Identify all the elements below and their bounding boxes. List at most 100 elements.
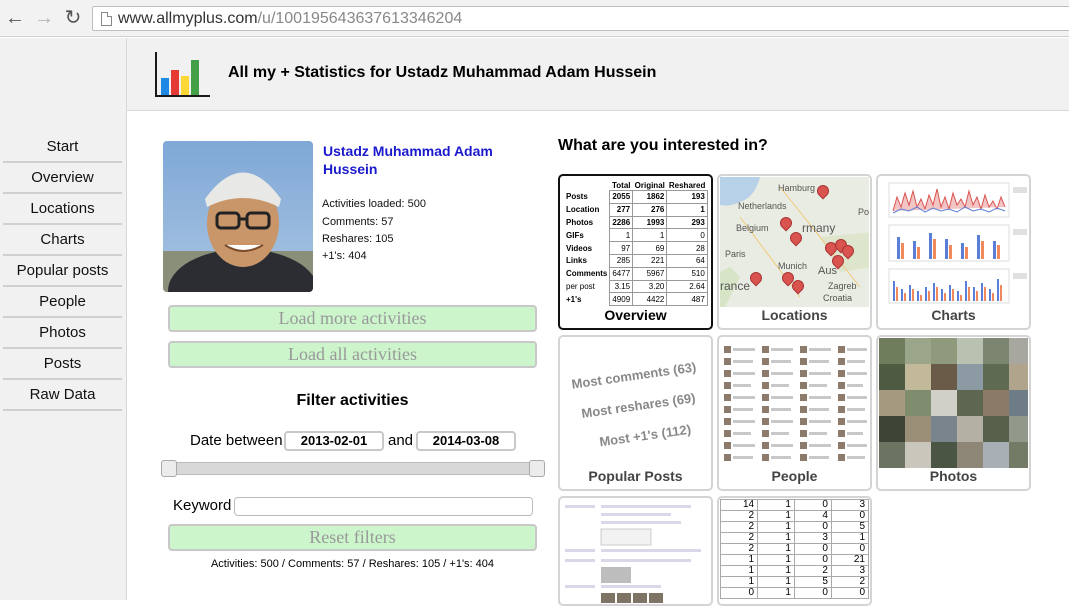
table-row: +1's 4909 4422 487: [564, 292, 708, 307]
sidebar-item-posts[interactable]: Posts: [3, 349, 122, 380]
tile-label: Locations: [761, 307, 828, 323]
tile-label: Photos: [929, 468, 978, 484]
tile-popular-posts[interactable]: Most comments (63) Most reshares (69) Mo…: [558, 335, 713, 491]
load-all-button[interactable]: Load all activities: [168, 341, 537, 368]
tile-posts[interactable]: [558, 496, 713, 606]
table-row: 2100: [720, 543, 869, 555]
sidebar-item-start[interactable]: Start: [3, 132, 122, 163]
table-row: GIFs 1 1 0: [564, 228, 708, 243]
page-icon: [101, 12, 112, 26]
sidebar-item-charts[interactable]: Charts: [3, 225, 122, 256]
map-label: Hamburg: [778, 183, 816, 193]
date-range-slider[interactable]: [162, 462, 545, 475]
reset-filters-button[interactable]: Reset filters: [168, 524, 537, 551]
most-reshares-text: Most reshares (69): [580, 390, 697, 421]
map-label: Pola: [858, 207, 869, 217]
most-plusones-text: Most +1's (112): [598, 421, 692, 450]
reshares-stat: Reshares: 105: [322, 233, 394, 245]
overview-table: Total Original Reshared Posts 2055 1862 193…: [564, 181, 708, 307]
popular-posts-thumbnail: Most comments (63) Most reshares (69) Mo…: [561, 338, 710, 468]
map-label: rmany: [802, 221, 836, 235]
comments-stat: Comments: 57: [322, 216, 394, 228]
tile-label: Overview: [604, 307, 667, 323]
posts-thumbnail: [561, 499, 710, 604]
forward-icon[interactable]: →: [33, 7, 55, 29]
tile-label: Charts: [931, 307, 976, 323]
tile-people[interactable]: People: [717, 335, 872, 491]
map-label: Aus: [818, 265, 837, 277]
activity-summary: Activities: 500 / Comments: 57 / Reshare…: [210, 558, 495, 570]
date-from-input[interactable]: 2013-02-01: [284, 431, 384, 451]
keyword-label: Keyword: [173, 497, 232, 514]
posts-list-image: [565, 505, 701, 603]
charts-preview-image: [888, 182, 1027, 304]
people-grid-image: [724, 346, 867, 461]
table-row: Videos 97 69 28: [564, 241, 708, 255]
map-thumbnail: Hamburg Netherlands Belgium rmany Paris …: [720, 177, 869, 307]
sidebar-item-popular-posts[interactable]: Popular posts: [3, 256, 122, 287]
sidebar-item-people[interactable]: People: [3, 287, 122, 318]
keyword-input[interactable]: [234, 497, 533, 516]
table-row: Links 285 221 64: [564, 253, 708, 268]
map-label: Croatia: [823, 293, 853, 303]
map-label: Zagreb: [828, 281, 857, 291]
table-row: 0100: [720, 587, 869, 599]
tile-photos[interactable]: Photos: [876, 335, 1031, 491]
table-row: Photos 2286 1993 293: [564, 215, 708, 230]
table-row: per post 3.15 3.20 2.64: [564, 279, 708, 294]
table-row: 2105: [720, 521, 869, 533]
table-header: Original: [634, 181, 665, 190]
profile-name-link[interactable]: Ustadz Muhammad Adam Hussein: [323, 142, 523, 178]
tile-charts[interactable]: Charts: [876, 174, 1031, 330]
table-header: Total: [611, 181, 631, 190]
sidebar-item-overview[interactable]: Overview: [3, 163, 122, 194]
tile-label: People: [771, 468, 818, 484]
slider-start-handle[interactable]: [161, 460, 177, 477]
tile-overview[interactable]: Total Original Reshared Posts 2055 1862 193…: [558, 174, 713, 330]
reload-icon[interactable]: ↻: [62, 7, 84, 29]
table-row: Comments 6477 5967 510: [564, 266, 708, 281]
date-to-input[interactable]: 2014-03-08: [416, 431, 516, 451]
browser-toolbar: ← → ↻ www.allmyplus.com/u/10019564363761…: [0, 0, 1069, 37]
filter-title: Filter activities: [296, 392, 409, 409]
charts-thumbnail: [879, 177, 1028, 307]
raw-data-thumbnail: 14 1 0 3 2140 2105 2131 2100 1 1 0 21 1123 115…: [720, 499, 869, 603]
sidebar-item-raw-data[interactable]: Raw Data: [3, 380, 122, 411]
activities-loaded-stat: Activities loaded: 500: [322, 198, 426, 210]
sidebar-item-locations[interactable]: Locations: [3, 194, 122, 225]
page-title: All my + Statistics for Ustadz Muhammad …: [228, 64, 657, 81]
plusones-stat: +1's: 404: [322, 250, 367, 262]
sidebar-nav: Start Overview Locations Charts Popular …: [3, 132, 122, 411]
table-row: Location 277 276 1: [564, 202, 708, 217]
overview-thumbnail: Total Original Reshared Posts 2055 1862 193…: [561, 177, 710, 307]
table-header: Reshared: [668, 181, 706, 190]
tile-raw-data[interactable]: 14 1 0 3 2140 2105 2131 2100 1 1 0 21 1123 115…: [717, 496, 872, 606]
most-comments-text: Most comments (63): [570, 359, 698, 392]
bar-chart-logo-icon[interactable]: [153, 50, 211, 98]
table-row: Posts 2055 1862 193: [564, 190, 708, 204]
table-row: 1152: [720, 576, 869, 588]
tile-label: Popular Posts: [588, 468, 683, 484]
and-label: and: [388, 432, 414, 449]
site-header: All my + Statistics for Ustadz Muhammad …: [127, 38, 1069, 111]
map-label: rance: [720, 279, 751, 293]
tile-locations[interactable]: Hamburg Netherlands Belgium rmany Paris …: [717, 174, 872, 330]
map-label: Munich: [778, 261, 808, 271]
map-label: Netherlands: [738, 201, 787, 211]
table-row: 1123: [720, 565, 869, 577]
load-more-button[interactable]: Load more activities: [168, 305, 537, 332]
table-row: 2140: [720, 510, 869, 522]
map-label: Paris: [725, 249, 746, 259]
table-row: 14 1 0 3: [720, 499, 869, 511]
table-row: 2131: [720, 532, 869, 544]
photo-mosaic-image: [879, 338, 1028, 468]
photos-thumbnail: [879, 338, 1028, 468]
profile-avatar[interactable]: [163, 141, 313, 292]
back-icon[interactable]: ←: [4, 7, 26, 29]
raw-data-table: 14 1 0 3 2140 2105 2131 2100 1 1 0 21 1123 115…: [720, 499, 869, 599]
address-bar[interactable]: www.allmyplus.com/u/10019564363761334620…: [92, 6, 1069, 31]
table-row: 1 1 0 21: [720, 554, 869, 566]
url-text: www.allmyplus.com/u/10019564363761334620…: [118, 10, 463, 27]
sidebar-item-photos[interactable]: Photos: [3, 318, 122, 349]
slider-end-handle[interactable]: [529, 460, 545, 477]
